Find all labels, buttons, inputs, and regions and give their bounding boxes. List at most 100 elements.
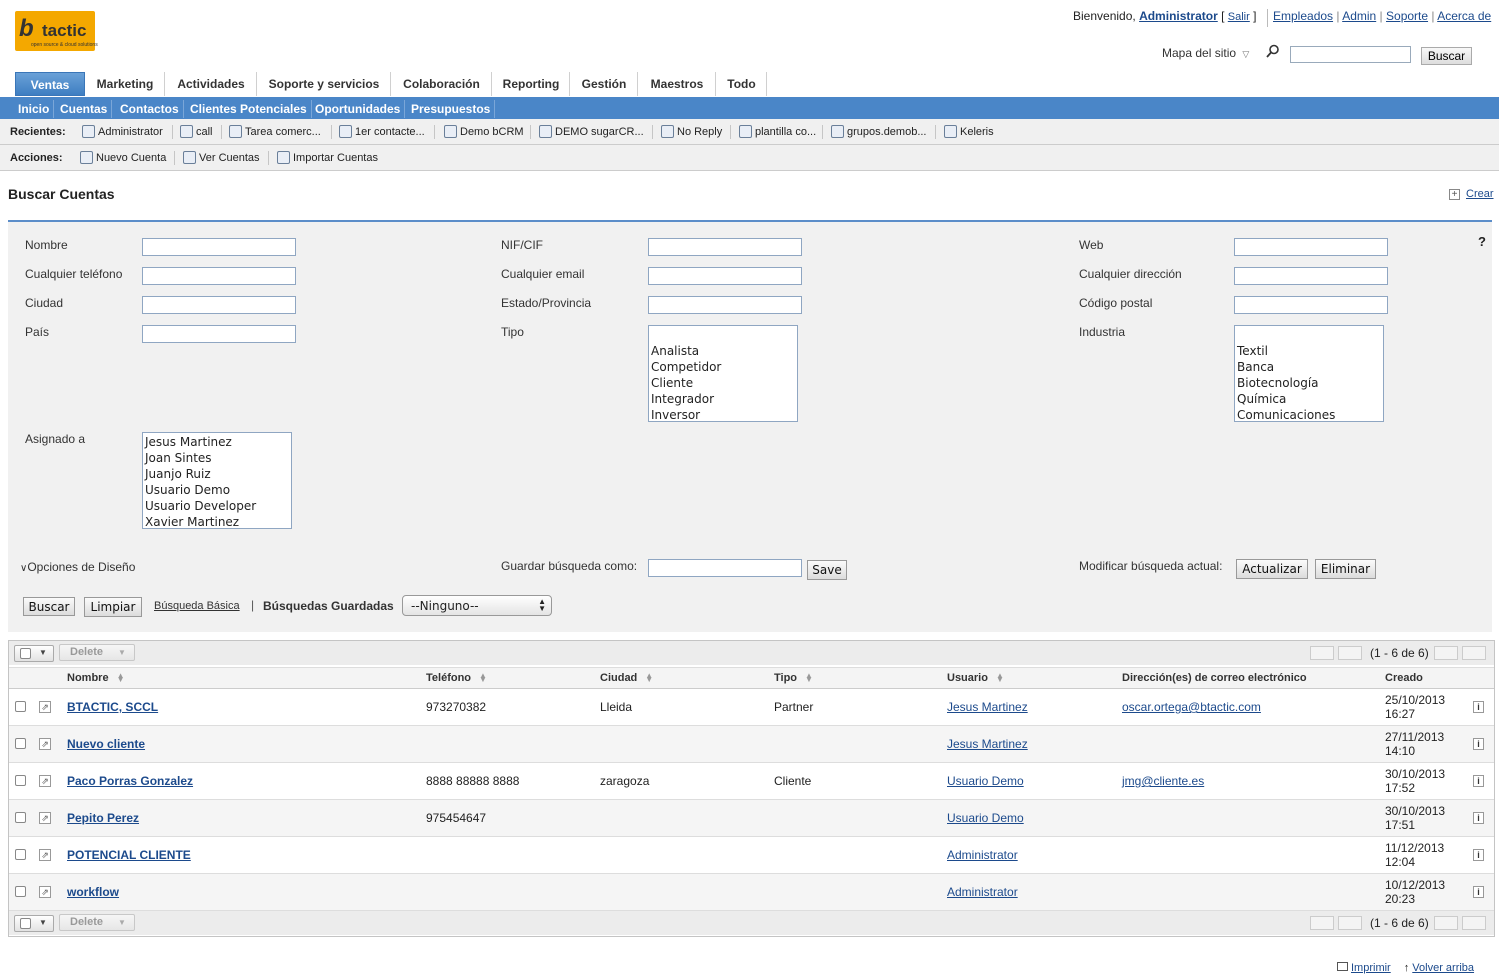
sitemap-dropdown[interactable]: Mapa del sitio ▽ (1162, 46, 1249, 60)
save-search-input[interactable] (648, 559, 802, 577)
row-checkbox[interactable] (15, 886, 26, 897)
recent-item[interactable]: Demo bCRM (444, 125, 524, 138)
email-link[interactable]: jmg@cliente.es (1122, 774, 1204, 788)
select-all-dropdown[interactable]: ▼ (14, 915, 54, 932)
subtab-clientes-potenciales[interactable]: Clientes Potenciales (186, 100, 312, 118)
info-icon[interactable]: i (1473, 812, 1484, 824)
direccion-input[interactable] (1234, 267, 1388, 285)
list-option[interactable]: Usuario Developer (145, 498, 289, 514)
employees-link[interactable]: Empleados (1273, 9, 1333, 23)
list-option[interactable]: Xavier Martinez (145, 514, 289, 528)
recent-item[interactable]: DEMO sugarCR... (539, 125, 644, 138)
mass-delete-button[interactable]: Delete ▼ (59, 914, 135, 931)
col-creado[interactable]: Creado (1385, 672, 1423, 684)
admin-link[interactable]: Admin (1342, 9, 1376, 23)
recent-item[interactable]: Keleris (944, 125, 994, 138)
tab-ventas[interactable]: Ventas (15, 72, 85, 96)
search-icon[interactable] (1266, 44, 1280, 58)
select-all-checkbox[interactable] (20, 918, 31, 929)
global-search-button[interactable]: Buscar (1421, 47, 1472, 65)
list-option[interactable]: Competidor (651, 359, 795, 375)
last-page-button[interactable] (1462, 646, 1486, 660)
account-name-link[interactable]: workflow (67, 885, 119, 899)
tab-colaboracion[interactable]: Colaboración (392, 72, 492, 96)
info-icon[interactable]: i (1473, 738, 1484, 750)
info-icon[interactable]: i (1473, 701, 1484, 713)
about-link[interactable]: Acerca de (1437, 9, 1491, 23)
save-search-button[interactable]: Save (807, 560, 847, 580)
list-option[interactable]: Jesus Martinez (145, 434, 289, 450)
create-link[interactable]: + Crear (1449, 188, 1494, 200)
edit-icon[interactable]: ⇗ (39, 775, 51, 787)
saved-searches-select[interactable]: --Ninguno-- ▲ ▼ (402, 595, 552, 616)
tab-soporte[interactable]: Soporte y servicios (258, 72, 391, 96)
account-name-link[interactable]: Paco Porras Gonzalez (67, 774, 193, 788)
list-option[interactable]: Usuario Demo (145, 482, 289, 498)
next-page-button[interactable] (1434, 916, 1458, 930)
global-search-input[interactable] (1290, 46, 1411, 63)
subtab-contactos[interactable]: Contactos (116, 100, 184, 118)
edit-icon[interactable]: ⇗ (39, 738, 51, 750)
nif-input[interactable] (648, 238, 802, 256)
industria-multiselect[interactable]: Textil Banca Biotecnología Química Comun… (1234, 325, 1384, 422)
list-option[interactable]: Cliente (651, 375, 795, 391)
subtab-cuentas[interactable]: Cuentas (56, 100, 113, 118)
list-option[interactable]: Banca (1237, 359, 1381, 375)
account-name-link[interactable]: POTENCIAL CLIENTE (67, 848, 191, 862)
subtab-inicio[interactable]: Inicio (14, 100, 55, 118)
account-name-link[interactable]: BTACTIC, SCCL (67, 700, 158, 714)
action-import-accounts[interactable]: Importar Cuentas (277, 151, 378, 164)
basic-search-link[interactable]: Búsqueda Básica (154, 600, 240, 612)
update-search-button[interactable]: Actualizar (1236, 559, 1308, 579)
recent-item[interactable]: Administrator (82, 125, 163, 138)
recent-item[interactable]: Tarea comerc... (229, 125, 321, 138)
row-checkbox[interactable] (15, 775, 26, 786)
user-link[interactable]: Jesus Martinez (947, 700, 1028, 714)
tab-gestion[interactable]: Gestión (571, 72, 638, 96)
col-nombre[interactable]: Nombre ▲ ▼ (67, 672, 125, 684)
user-link[interactable]: Administrator (947, 848, 1018, 862)
user-link[interactable]: Usuario Demo (947, 774, 1024, 788)
search-button[interactable]: Buscar (23, 597, 75, 616)
list-option[interactable]: Química (1237, 391, 1381, 407)
recent-item[interactable]: call (180, 125, 213, 138)
web-input[interactable] (1234, 238, 1388, 256)
user-link[interactable]: Administrator (947, 885, 1018, 899)
col-usuario[interactable]: Usuario ▲ ▼ (947, 672, 1004, 684)
account-name-link[interactable]: Pepito Perez (67, 811, 139, 825)
tab-todo[interactable]: Todo (717, 72, 767, 96)
select-all-dropdown[interactable]: ▼ (14, 645, 54, 662)
current-user-link[interactable]: Administrator (1139, 9, 1218, 23)
info-icon[interactable]: i (1473, 849, 1484, 861)
subtab-oportunidades[interactable]: Oportunidades (311, 100, 406, 118)
help-icon[interactable]: ? (1478, 234, 1486, 249)
edit-icon[interactable]: ⇗ (39, 849, 51, 861)
list-option[interactable]: Comunicaciones (1237, 407, 1381, 421)
clear-button[interactable]: Limpiar (84, 597, 142, 617)
pais-input[interactable] (142, 325, 296, 343)
ciudad-input[interactable] (142, 296, 296, 314)
recent-item[interactable]: No Reply (661, 125, 722, 138)
delete-search-button[interactable]: Eliminar (1315, 559, 1376, 579)
list-option[interactable]: Joan Sintes (145, 450, 289, 466)
list-option[interactable]: Analista (651, 343, 795, 359)
action-new-account[interactable]: Nuevo Cuenta (80, 151, 166, 164)
recent-item[interactable]: grupos.demob... (831, 125, 927, 138)
support-link[interactable]: Soporte (1386, 9, 1428, 23)
list-option[interactable]: Textil (1237, 343, 1381, 359)
create-label[interactable]: Crear (1466, 188, 1494, 200)
recent-item[interactable]: 1er contacte... (339, 125, 425, 138)
nombre-input[interactable] (142, 238, 296, 256)
edit-icon[interactable]: ⇗ (39, 812, 51, 824)
layout-options-toggle[interactable]: ∨Opciones de Diseño (20, 560, 135, 574)
asignado-multiselect[interactable]: Jesus Martinez Joan Sintes Juanjo Ruiz U… (142, 432, 292, 529)
logout-link[interactable]: Salir (1228, 11, 1250, 23)
print-link[interactable]: Imprimir (1351, 962, 1391, 974)
tab-actividades[interactable]: Actividades (166, 72, 257, 96)
telefono-input[interactable] (142, 267, 296, 285)
email-link[interactable]: oscar.ortega@btactic.com (1122, 700, 1261, 714)
mass-delete-button[interactable]: Delete ▼ (59, 644, 135, 661)
prev-page-button[interactable] (1338, 916, 1362, 930)
info-icon[interactable]: i (1473, 886, 1484, 898)
col-telefono[interactable]: Teléfono ▲ ▼ (426, 672, 487, 684)
